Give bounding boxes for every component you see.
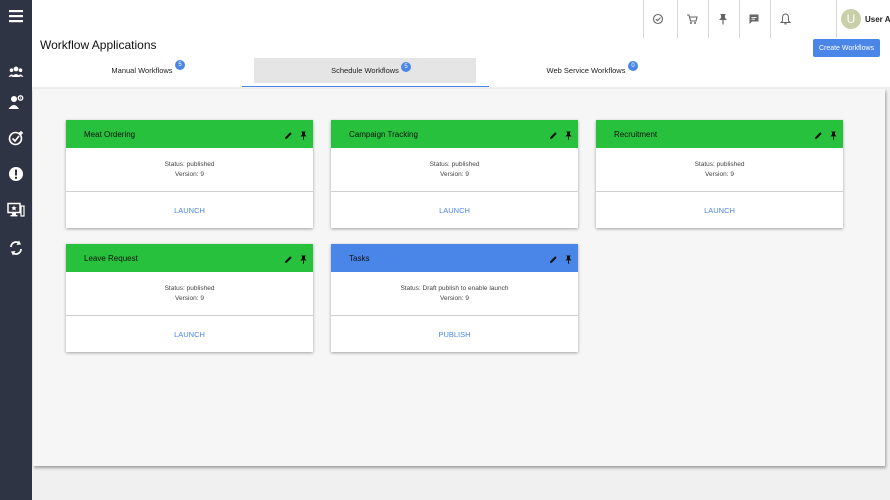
check-add-icon[interactable] <box>0 126 32 150</box>
edit-icon[interactable] <box>549 127 558 139</box>
card-status: Status: published <box>429 160 480 168</box>
cart-icon[interactable] <box>677 0 706 38</box>
card-body: Status: Draft publish to enable launch V… <box>331 272 578 316</box>
launch-button[interactable]: LAUNCH <box>596 192 843 228</box>
tab-schedule-workflows[interactable]: Schedule Workflows <box>254 58 476 83</box>
launch-button[interactable]: LAUNCH <box>66 192 313 228</box>
tab-count-badge: 5 <box>175 60 185 70</box>
tab-count-badge: 0 <box>628 61 638 71</box>
sidebar <box>0 0 32 500</box>
pin-icon[interactable] <box>564 127 573 140</box>
tab-label: Web Service Workflows <box>546 66 626 75</box>
avatar: U <box>841 9 861 29</box>
workflow-card: Recruitment Status: published Version: 9… <box>596 120 843 228</box>
card-status: Status: published <box>164 284 215 292</box>
workflow-card: Meat Ordering Status: published Version:… <box>66 120 313 228</box>
card-version: Version: 9 <box>175 294 204 302</box>
task-check-icon[interactable] <box>643 0 672 38</box>
pin-icon[interactable] <box>829 127 838 140</box>
card-header: Campaign Tracking <box>331 120 578 148</box>
pin-icon[interactable] <box>299 251 308 264</box>
card-header: Recruitment <box>596 120 843 148</box>
top-bar: U User Admin 1 <box>32 0 890 38</box>
user-settings-icon[interactable] <box>0 90 32 114</box>
card-body: Status: published Version: 9 <box>331 148 578 192</box>
user-name: User Admin 1 <box>865 14 890 24</box>
card-version: Version: 9 <box>440 294 469 302</box>
card-body: Status: published Version: 9 <box>66 148 313 192</box>
pin-icon[interactable] <box>564 251 573 264</box>
card-status: Status: Draft publish to enable launch <box>400 284 509 292</box>
workflow-card-grid: Meat Ordering Status: published Version:… <box>33 89 885 466</box>
workflow-card: Tasks Status: Draft publish to enable la… <box>331 244 578 352</box>
publish-button[interactable]: PUBLISH <box>331 316 578 352</box>
card-body: Status: published Version: 9 <box>66 272 313 316</box>
card-title: Meat Ordering <box>84 129 136 139</box>
bell-icon[interactable] <box>770 0 799 38</box>
launch-button[interactable]: LAUNCH <box>331 192 578 228</box>
card-title: Campaign Tracking <box>349 129 418 139</box>
card-header: Tasks <box>331 244 578 272</box>
card-title: Tasks <box>349 253 370 263</box>
edit-icon[interactable] <box>284 251 293 263</box>
user-menu[interactable]: U User Admin 1 <box>836 0 890 38</box>
card-version: Version: 9 <box>440 170 469 178</box>
page-header: Workflow Applications Create Workflows M… <box>32 38 890 87</box>
card-status: Status: published <box>164 160 215 168</box>
monitor-star-icon[interactable] <box>0 198 32 222</box>
launch-button[interactable]: LAUNCH <box>66 316 313 352</box>
tab-web-service-workflows[interactable]: Web Service Workflows <box>476 58 696 83</box>
card-body: Status: published Version: 9 <box>596 148 843 192</box>
pin-icon[interactable] <box>299 127 308 140</box>
card-title: Leave Request <box>84 253 138 263</box>
workflow-card: Campaign Tracking Status: published Vers… <box>331 120 578 228</box>
card-title: Recruitment <box>614 129 658 139</box>
edit-icon[interactable] <box>814 127 823 139</box>
card-header: Meat Ordering <box>66 120 313 148</box>
menu-icon[interactable] <box>0 4 32 28</box>
edit-icon[interactable] <box>549 251 558 263</box>
create-workflows-button[interactable]: Create Workflows <box>813 39 880 57</box>
page-title: Workflow Applications <box>40 38 157 52</box>
alert-icon[interactable] <box>0 162 32 186</box>
chat-icon[interactable] <box>739 0 768 38</box>
edit-icon[interactable] <box>284 127 293 139</box>
active-tab-indicator <box>242 86 489 87</box>
tab-count-badge: 5 <box>401 62 411 72</box>
team-icon[interactable] <box>0 60 32 84</box>
tab-label: Manual Workflows <box>111 66 173 75</box>
card-status: Status: published <box>694 160 745 168</box>
tab-label: Schedule Workflows <box>331 66 399 75</box>
pin-icon[interactable] <box>708 0 737 38</box>
card-version: Version: 9 <box>175 170 204 178</box>
sync-icon[interactable] <box>0 236 32 260</box>
workflow-card: Leave Request Status: published Version:… <box>66 244 313 352</box>
tab-manual-workflows[interactable]: Manual Workflows <box>32 58 252 83</box>
card-version: Version: 9 <box>705 170 734 178</box>
card-header: Leave Request <box>66 244 313 272</box>
